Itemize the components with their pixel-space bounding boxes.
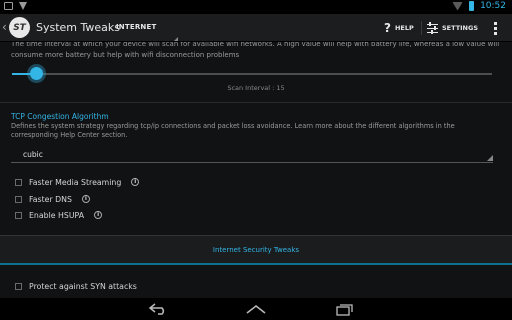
download-notification-icon bbox=[19, 2, 27, 10]
dropdown-corner-icon bbox=[487, 155, 493, 161]
tcp-algorithm-value: cubic bbox=[23, 150, 43, 159]
divider bbox=[421, 21, 422, 35]
tcp-section-title: TCP Congestion Algorithm bbox=[11, 112, 109, 121]
wifi-icon bbox=[452, 1, 464, 11]
help-label: HELP bbox=[394, 23, 414, 32]
faster-media-streaming-row[interactable]: Faster Media Streaming i bbox=[15, 176, 140, 188]
app-logo-icon[interactable]: ST bbox=[9, 17, 30, 38]
info-icon[interactable]: i bbox=[81, 195, 90, 203]
overflow-menu-icon[interactable] bbox=[494, 22, 497, 35]
scan-interval-slider-thumb[interactable] bbox=[30, 67, 43, 80]
tcp-algorithm-dropdown[interactable]: cubic bbox=[11, 146, 493, 163]
battery-icon bbox=[469, 1, 475, 11]
home-button[interactable] bbox=[244, 302, 268, 316]
scan-interval-label: Scan Interval : 15 bbox=[227, 84, 285, 92]
syn-protection-row[interactable]: Protect against SYN attacks bbox=[15, 280, 137, 292]
info-icon[interactable]: i bbox=[94, 211, 103, 219]
sliders-icon bbox=[427, 22, 438, 34]
gallery-notification-icon bbox=[4, 2, 13, 10]
app-title: System Tweaks bbox=[36, 21, 121, 34]
clock: 10:52 bbox=[480, 1, 506, 11]
checkbox-label: Enable HSUPA bbox=[29, 210, 85, 220]
up-chevron-icon[interactable]: ‹ bbox=[2, 20, 7, 34]
tcp-section-description: Defines the system strategy regarding tc… bbox=[11, 122, 455, 139]
info-icon[interactable]: i bbox=[131, 178, 140, 186]
help-button[interactable]: ? HELP bbox=[384, 18, 414, 37]
back-arrow-icon bbox=[148, 303, 165, 315]
internet-security-header: Internet Security Tweaks bbox=[0, 235, 512, 265]
settings-list: The time interval at which your device w… bbox=[0, 42, 512, 298]
navigation-bar bbox=[0, 298, 512, 320]
accent-divider bbox=[0, 263, 512, 265]
section-spinner[interactable]: INTERNET bbox=[116, 23, 180, 41]
status-bar: 10:52 bbox=[0, 0, 512, 14]
home-icon bbox=[246, 305, 266, 314]
checkbox-label: Faster Media Streaming bbox=[29, 177, 122, 187]
action-bar: ‹ ST System Tweaks INTERNET ? HELP SETTI… bbox=[0, 14, 512, 42]
settings-label: SETTINGS bbox=[442, 23, 479, 32]
scan-interval-description: The time interval at which your device w… bbox=[11, 42, 500, 59]
recent-apps-icon bbox=[336, 303, 353, 316]
enable-hsupa-checkbox[interactable] bbox=[15, 211, 22, 219]
syn-protection-checkbox[interactable] bbox=[15, 282, 22, 290]
scan-interval-slider-track[interactable] bbox=[40, 73, 492, 75]
faster-dns-row[interactable]: Faster DNS i bbox=[15, 193, 90, 205]
checkbox-label: Faster DNS bbox=[29, 194, 72, 204]
section-header-label: Internet Security Tweaks bbox=[212, 246, 300, 254]
settings-button[interactable]: SETTINGS bbox=[427, 18, 478, 37]
divider bbox=[0, 102, 512, 103]
enable-hsupa-row[interactable]: Enable HSUPA i bbox=[15, 209, 103, 221]
faster-media-streaming-checkbox[interactable] bbox=[15, 178, 22, 186]
faster-dns-checkbox[interactable] bbox=[15, 195, 22, 203]
help-icon: ? bbox=[384, 20, 391, 35]
recent-apps-button[interactable] bbox=[334, 302, 356, 316]
back-button[interactable] bbox=[146, 302, 170, 316]
checkbox-label: Protect against SYN attacks bbox=[29, 281, 137, 291]
